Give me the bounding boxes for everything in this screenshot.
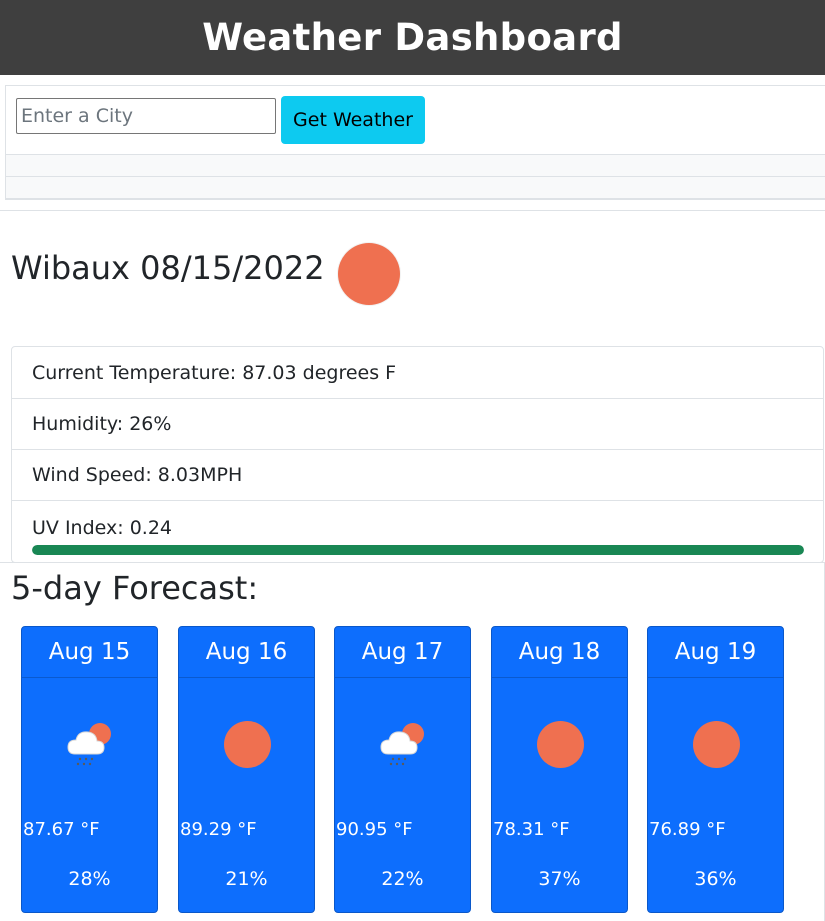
sun-icon	[223, 718, 273, 768]
current-uv-index-item: UV Index: 0.24	[12, 500, 823, 562]
forecast-date: Aug 19	[648, 627, 783, 678]
search-history-list	[6, 154, 825, 199]
search-history-item[interactable]	[6, 176, 825, 199]
city-search-input[interactable]	[16, 98, 276, 134]
current-uv-index: UV Index: 0.24	[32, 517, 172, 539]
sun-icon	[692, 718, 742, 768]
forecast-section: 5-day Forecast: Aug 15 87.67 °F 28% Aug …	[0, 562, 825, 921]
forecast-humidity: 21%	[225, 868, 268, 890]
forecast-card: Aug 15 87.67 °F 28%	[21, 626, 158, 913]
forecast-date: Aug 15	[22, 627, 157, 678]
uv-index-bar	[32, 545, 804, 555]
forecast-date: Aug 18	[492, 627, 627, 678]
current-weather-details: Current Temperature: 87.03 degrees F Hum…	[11, 346, 824, 563]
sun-icon	[338, 243, 400, 305]
uv-index-bar-fill	[32, 545, 804, 555]
forecast-card: Aug 16 89.29 °F 21%	[178, 626, 315, 913]
current-humidity: Humidity: 26%	[12, 398, 823, 449]
forecast-humidity: 37%	[538, 868, 581, 890]
current-wind-speed: Wind Speed: 8.03MPH	[12, 449, 823, 500]
current-temperature: Current Temperature: 87.03 degrees F	[32, 361, 397, 384]
forecast-humidity: 36%	[694, 868, 737, 890]
forecast-temperature: 78.31 °F	[493, 819, 570, 840]
section-divider	[0, 210, 825, 211]
get-weather-button[interactable]: Get Weather	[281, 96, 425, 144]
search-history-item[interactable]	[6, 154, 825, 177]
forecast-humidity: 22%	[381, 868, 424, 890]
forecast-card: Aug 17 90.95 °F 22%	[334, 626, 471, 913]
forecast-title: 5-day Forecast:	[11, 569, 259, 607]
current-city-heading: Wibaux 08/15/2022	[11, 249, 325, 287]
sun-icon	[536, 718, 586, 768]
forecast-date: Aug 16	[179, 627, 314, 678]
forecast-date: Aug 17	[335, 627, 470, 678]
forecast-card: Aug 18 78.31 °F 37%	[491, 626, 628, 913]
app-header: Weather Dashboard	[0, 0, 825, 75]
forecast-temperature: 76.89 °F	[649, 819, 726, 840]
current-city-name: Wibaux	[11, 249, 130, 287]
forecast-temperature: 90.95 °F	[336, 819, 413, 840]
rain-cloud-sun-icon	[379, 718, 429, 768]
forecast-temperature: 87.67 °F	[23, 819, 100, 840]
forecast-temperature: 89.29 °F	[180, 819, 257, 840]
forecast-humidity: 28%	[68, 868, 111, 890]
page-title: Weather Dashboard	[202, 16, 623, 59]
current-date: 08/15/2022	[140, 249, 325, 287]
search-panel: Get Weather	[5, 85, 825, 200]
rain-cloud-sun-icon	[66, 718, 116, 768]
forecast-card: Aug 19 76.89 °F 36%	[647, 626, 784, 913]
